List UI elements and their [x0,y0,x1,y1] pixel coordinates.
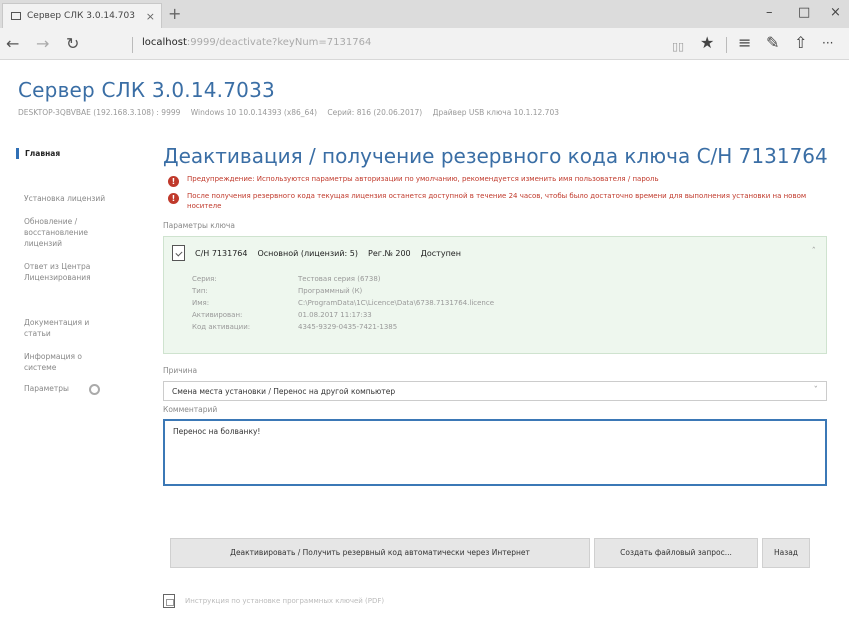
reading-view-icon[interactable]: ▯▯ [672,37,684,57]
web-note-icon[interactable]: ✎ [766,33,779,53]
key-header[interactable]: С/Н 7131764 Основной (лицензий: 5) Рег.№… [172,245,471,261]
detail-label: Активирован: [192,311,243,319]
key-status: Доступен [420,248,461,258]
more-icon[interactable]: ··· [822,33,833,53]
minimize-button[interactable]: – [766,5,773,20]
sidebar-item-update[interactable]: Обновление / восстановление лицензий [16,216,98,249]
chevron-down-icon: ˇ [813,386,819,396]
warning-backup-code: ! После получения резервного кода текуща… [163,191,835,211]
detail-label: Тип: [192,287,208,295]
comment-label: Комментарий [163,405,218,414]
url-path: :9999/deactivate?keyNum=7131764 [186,37,372,48]
reason-label: Причина [163,366,198,375]
license-check-icon [172,245,185,261]
tab-title: Сервер СЛК 3.0.14.703 [27,11,135,21]
action-buttons: Деактивировать / Получить резервный код … [170,538,814,568]
sidebar: Главная Установка лицензий Обновление / … [16,148,136,395]
key-serial: С/Н 7131764 [195,248,248,258]
key-details: Серия: Тестовая серия (6738) Тип: Программ… [192,273,494,333]
detail-value: C:\ProgramData\1C\Licence\Data\6738.7131… [298,299,495,307]
detail-value: 01.08.2017 11:17:33 [298,311,372,319]
warning-icon: ! [168,193,179,204]
gear-icon [89,383,101,395]
main-content: Деактивация / получение резервного кода … [163,142,835,486]
sidebar-item-docs[interactable]: Документация и статьи [16,317,110,339]
warning-text: Предупреждение: Используются параметры а… [187,175,659,183]
sidebar-item-home[interactable]: Главная [16,148,136,159]
url-field[interactable]: localhost:9999/deactivate?keyNum=7131764 [142,37,371,48]
collapse-chevron-icon[interactable]: ˆ [812,247,817,257]
maximize-button[interactable]: □ [798,5,810,20]
detail-row: Тип: Программный (К) [192,285,494,297]
page-icon [11,12,21,20]
back-button[interactable]: ← [6,34,19,54]
warning-text: После получения резервного кода текущая … [187,192,807,210]
browser-address-bar: ← → ↻ localhost:9999/deactivate?keyNum=7… [0,28,849,60]
pdf-icon [163,594,175,608]
share-icon[interactable]: ⇧ [794,33,807,53]
pdf-link-text: Инструкция по установке программных ключ… [185,597,385,605]
reason-select[interactable]: Смена места установки / Перенос на друго… [163,381,827,401]
browser-tab[interactable]: Сервер СЛК 3.0.14.703 × [2,3,162,28]
detail-row: Серия: Тестовая серия (6738) [192,273,494,285]
page-title: Деактивация / получение резервного кода … [163,144,828,168]
series-info: Серий: 816 (20.06.2017) [327,108,423,117]
os-info: Windows 10 10.0.14393 (x86_64) [190,108,318,117]
detail-value: 4345-9329-0435-7421-1385 [298,323,398,331]
warning-icon: ! [168,176,179,187]
favorite-star-icon[interactable]: ★ [700,33,714,53]
browser-tab-bar: Сервер СЛК 3.0.14.703 × + – □ × [0,0,849,28]
url-separator [132,37,133,53]
detail-value: Программный (К) [298,287,363,295]
key-reg: Рег.№ 200 [368,248,411,258]
sidebar-item-sysinfo[interactable]: Информация о системе [16,351,100,373]
key-params-label: Параметры ключа [163,221,235,230]
app-info: DESKTOP-3QBVBAE (192.168.3.108) : 9999 W… [18,108,567,117]
detail-label: Серия: [192,275,217,283]
deactivate-button[interactable]: Деактивировать / Получить резервный код … [170,538,590,568]
back-nav-button[interactable]: Назад [762,538,810,568]
sidebar-item-install[interactable]: Установка лицензий [16,193,106,204]
host-info: DESKTOP-3QBVBAE (192.168.3.108) : 9999 [18,108,181,117]
toolbar-separator [726,37,727,53]
comment-textarea[interactable]: Перенос на болванку! [163,419,827,486]
hub-icon[interactable]: ≡ [738,33,751,53]
sidebar-item-settings-label: Параметры [24,384,69,393]
sidebar-item-settings[interactable]: Параметры [16,383,136,395]
url-host: localhost [142,37,187,48]
detail-value: Тестовая серия (6738) [298,275,381,283]
detail-row: Имя: C:\ProgramData\1C\Licence\Data\6738.… [192,297,494,309]
pdf-instruction-link[interactable]: Инструкция по установке программных ключ… [163,594,384,608]
create-file-request-button[interactable]: Создать файловый запрос... [594,538,758,568]
key-type: Основной (лицензий: 5) [257,248,359,258]
key-panel: С/Н 7131764 Основной (лицензий: 5) Рег.№… [163,236,827,354]
driver-info: Драйвер USB ключа 10.1.12.703 [432,108,560,117]
detail-row: Код активации: 4345-9329-0435-7421-1385 [192,321,494,333]
detail-row: Активирован: 01.08.2017 11:17:33 [192,309,494,321]
app-title: Сервер СЛК 3.0.14.7033 [18,78,275,102]
warning-default-auth: ! Предупреждение: Используются параметры… [163,174,835,187]
sidebar-item-response[interactable]: Ответ из Центра Лицензирования [16,261,98,283]
forward-button[interactable]: → [36,34,49,54]
new-tab-button[interactable]: + [168,5,181,23]
tab-close-icon[interactable]: × [146,10,155,23]
reason-selected-value: Смена места установки / Перенос на друго… [172,387,396,396]
detail-label: Имя: [192,299,210,307]
close-window-button[interactable]: × [830,5,841,20]
refresh-button[interactable]: ↻ [66,34,79,54]
detail-label: Код активации: [192,323,251,331]
